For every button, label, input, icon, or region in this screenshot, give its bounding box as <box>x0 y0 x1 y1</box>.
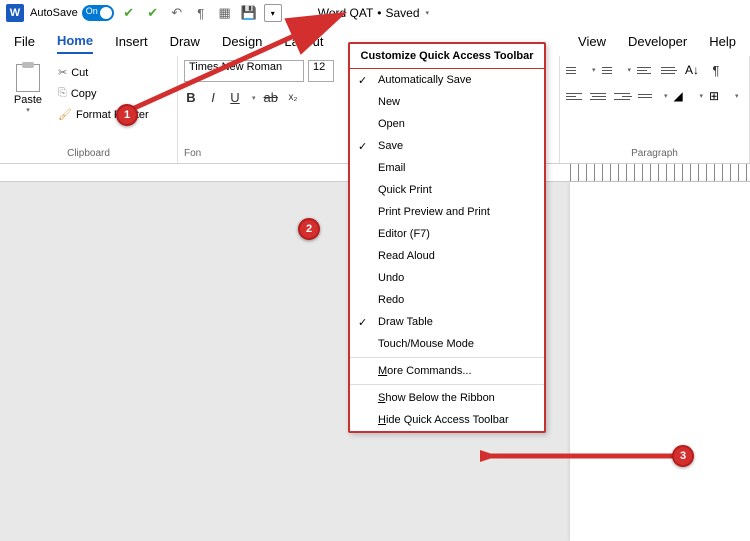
shading-button[interactable]: ◢ <box>674 88 692 104</box>
qat-draw-table-icon[interactable]: ▦ <box>216 4 234 22</box>
tab-view[interactable]: View <box>578 30 606 53</box>
align-center-button[interactable] <box>590 88 608 104</box>
tab-developer[interactable]: Developer <box>628 30 687 53</box>
clipboard-icon <box>16 64 40 92</box>
font-size-select[interactable]: 12 <box>308 60 334 82</box>
copy-icon: ⎘ <box>58 87 67 100</box>
clipboard-group-label: Clipboard <box>6 146 171 161</box>
qat-hide[interactable]: Hide Quick Access Toolbar <box>350 409 544 431</box>
decrease-indent-button[interactable] <box>637 62 655 78</box>
qat-menu-item[interactable]: Read Aloud <box>350 245 544 267</box>
annotation-badge-3: 3 <box>672 445 694 467</box>
document-title[interactable]: Word QAT • Saved ▾ <box>318 6 429 20</box>
bullet-list-button[interactable] <box>566 62 584 78</box>
menu-separator <box>350 384 544 385</box>
qat-menu-item[interactable]: Automatically Save <box>350 69 544 91</box>
chevron-down-icon: ▾ <box>26 106 30 114</box>
qat-paragraph-icon[interactable]: ¶ <box>192 4 210 22</box>
underline-button[interactable]: U <box>228 90 242 105</box>
qat-menu-item[interactable]: Redo <box>350 289 544 311</box>
strikethrough-button[interactable]: ab <box>264 90 278 105</box>
title-bar: W AutoSave On ✔ ✔ ↶ ¶ ▦ 💾 ▾ Word QAT • S… <box>0 0 750 26</box>
qat-undo-icon[interactable]: ↶ <box>168 4 186 22</box>
tab-insert[interactable]: Insert <box>115 30 148 53</box>
qat-check2-icon[interactable]: ✔ <box>144 4 162 22</box>
qat-show-below[interactable]: Show Below the Ribbon <box>350 387 544 409</box>
paragraph-group: ▾ ▾ A↓ ¶ ▾ ◢▾ ⊞▾ Paragraph <box>560 56 750 163</box>
show-marks-button[interactable]: ¶ <box>709 63 723 78</box>
tab-layout[interactable]: Layout <box>284 30 323 53</box>
tab-file[interactable]: File <box>14 30 35 53</box>
qat-menu-item[interactable]: Editor (F7) <box>350 223 544 245</box>
qat-menu-item[interactable]: New <box>350 91 544 113</box>
copy-button[interactable]: ⎘Copy <box>56 85 151 102</box>
document-page[interactable] <box>570 182 750 541</box>
line-spacing-button[interactable] <box>638 88 656 104</box>
borders-button[interactable]: ⊞ <box>709 88 727 104</box>
tab-design[interactable]: Design <box>222 30 262 53</box>
qat-menu-item[interactable]: Print Preview and Print <box>350 201 544 223</box>
customize-qat-menu: Customize Quick Access Toolbar Automatic… <box>348 42 546 433</box>
annotation-badge-1: 1 <box>116 104 138 126</box>
cut-button[interactable]: ✂Cut <box>56 64 151 81</box>
number-list-button[interactable] <box>602 62 620 78</box>
italic-button[interactable]: I <box>206 90 220 105</box>
annotation-badge-2: 2 <box>298 218 320 240</box>
autosave-toggle[interactable]: AutoSave On <box>30 5 114 21</box>
qat-save-icon[interactable]: 💾 <box>240 4 258 22</box>
clipboard-group: Paste ▾ ✂Cut ⎘Copy 🖌Format Painter Clipb… <box>0 56 178 163</box>
scissors-icon: ✂ <box>58 66 67 79</box>
bold-button[interactable]: B <box>184 90 198 105</box>
align-left-button[interactable] <box>566 88 584 104</box>
qat-more-commands[interactable]: More Commands... <box>350 360 544 382</box>
menu-separator <box>350 357 544 358</box>
word-app-icon: W <box>6 4 24 22</box>
tab-draw[interactable]: Draw <box>170 30 200 53</box>
chevron-down-icon: ▾ <box>426 9 430 17</box>
tab-home[interactable]: Home <box>57 29 93 54</box>
paragraph-group-label: Paragraph <box>566 146 743 161</box>
qat-customize-button[interactable]: ▾ <box>264 4 282 22</box>
autosave-label: AutoSave <box>30 7 78 19</box>
qat-menu-item[interactable]: Quick Print <box>350 179 544 201</box>
qat-menu-item[interactable]: Undo <box>350 267 544 289</box>
brush-icon: 🖌 <box>58 108 72 121</box>
qat-menu-item[interactable]: Touch/Mouse Mode <box>350 333 544 355</box>
qat-menu-item[interactable]: Draw Table <box>350 311 544 333</box>
align-right-button[interactable] <box>614 88 632 104</box>
qat-menu-item[interactable]: Email <box>350 157 544 179</box>
font-name-select[interactable]: Times New Roman <box>184 60 304 82</box>
qat-menu-item[interactable]: Save <box>350 135 544 157</box>
qat-menu-title: Customize Quick Access Toolbar <box>350 44 544 69</box>
qat-menu-item[interactable]: Open <box>350 113 544 135</box>
subscript-button[interactable]: x₂ <box>286 92 300 103</box>
paste-button[interactable]: Paste ▾ <box>6 60 50 146</box>
tab-help[interactable]: Help <box>709 30 736 53</box>
sort-button[interactable]: A↓ <box>685 62 703 78</box>
qat-check-icon[interactable]: ✔ <box>120 4 138 22</box>
increase-indent-button[interactable] <box>661 62 679 78</box>
toggle-switch-icon[interactable]: On <box>82 5 114 21</box>
